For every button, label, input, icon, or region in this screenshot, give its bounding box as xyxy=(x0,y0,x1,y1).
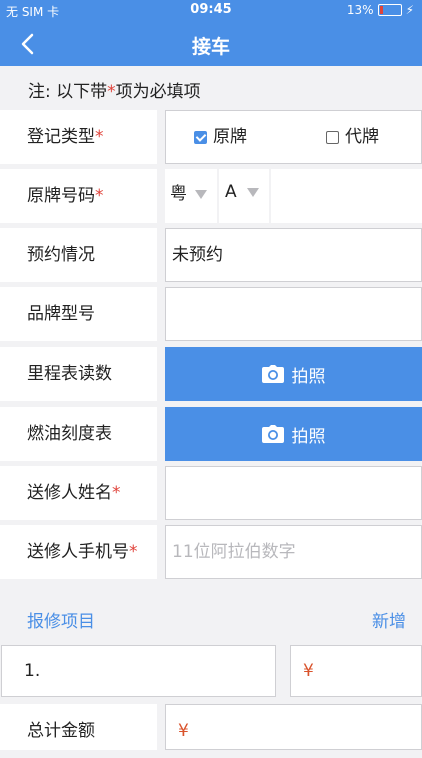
page-title: 接车 xyxy=(191,36,230,58)
reg-type-field: 原牌 代牌 xyxy=(165,110,422,164)
fuel-photo-button[interactable]: 拍照 xyxy=(165,407,422,461)
odometer-label: 里程表读数 xyxy=(0,347,157,401)
sender-name-row: 送修人姓名* xyxy=(0,466,422,520)
odometer-row: 里程表读数 拍照 xyxy=(0,347,422,401)
camera-icon xyxy=(261,365,284,383)
fuel-label: 燃油刻度表 xyxy=(0,407,157,461)
plate-number-input[interactable] xyxy=(271,169,422,223)
repair-item-input[interactable]: 1. xyxy=(1,645,276,697)
charging-icon: ⚡ xyxy=(405,3,414,17)
letter-select[interactable]: A xyxy=(219,169,269,223)
sender-phone-row: 送修人手机号* 11位阿拉伯数字 xyxy=(0,525,422,579)
required-note: 注: 以下带*项为必填项 xyxy=(28,82,201,102)
repair-items-heading: 报修项目 xyxy=(27,612,95,632)
dropdown-arrow-icon xyxy=(246,187,259,197)
plate-label: 原牌号码* xyxy=(0,169,157,223)
status-bar: 无 SIM 卡 09:45 13% ⚡ xyxy=(0,0,422,22)
brand-row: 品牌型号 xyxy=(0,287,422,341)
radio-original-plate[interactable]: 原牌 xyxy=(194,111,247,163)
radio-substitute-plate[interactable]: 代牌 xyxy=(326,111,379,163)
province-select[interactable]: 粤 xyxy=(165,169,217,223)
appointment-label: 预约情况 xyxy=(0,228,157,282)
sender-name-label: 送修人姓名* xyxy=(0,466,157,520)
total-row: 总计金额 ¥ xyxy=(0,704,422,750)
fuel-row: 燃油刻度表 拍照 xyxy=(0,407,422,461)
total-amount-field[interactable]: ¥ xyxy=(165,704,422,750)
status-right: 13% ⚡ xyxy=(347,3,414,17)
reg-type-row: 登记类型* 原牌 代牌 xyxy=(0,110,422,164)
total-label: 总计金额 xyxy=(0,704,157,750)
dropdown-arrow-icon xyxy=(195,189,207,199)
brand-label: 品牌型号 xyxy=(0,287,157,341)
plate-row: 原牌号码* 粤 A xyxy=(0,169,422,223)
sender-phone-input[interactable]: 11位阿拉伯数字 xyxy=(165,525,422,579)
sender-phone-label: 送修人手机号* xyxy=(0,525,157,579)
brand-input[interactable] xyxy=(165,287,422,341)
reg-type-label: 登记类型* xyxy=(0,110,157,164)
sender-name-input[interactable] xyxy=(165,466,422,520)
repair-item-price-input[interactable]: ¥ xyxy=(290,645,422,697)
battery-percent: 13% xyxy=(346,3,374,17)
camera-icon xyxy=(261,425,284,443)
checkbox-empty-icon xyxy=(326,130,339,144)
checkbox-checked-icon xyxy=(194,130,207,144)
appointment-row: 预约情况 未预约 xyxy=(0,228,422,282)
add-repair-item-link[interactable]: 新增 xyxy=(372,607,406,632)
nav-bar: 接车 xyxy=(0,22,422,66)
battery-icon xyxy=(377,4,402,16)
odometer-photo-button[interactable]: 拍照 xyxy=(165,347,422,401)
appointment-field[interactable]: 未预约 xyxy=(165,228,422,282)
